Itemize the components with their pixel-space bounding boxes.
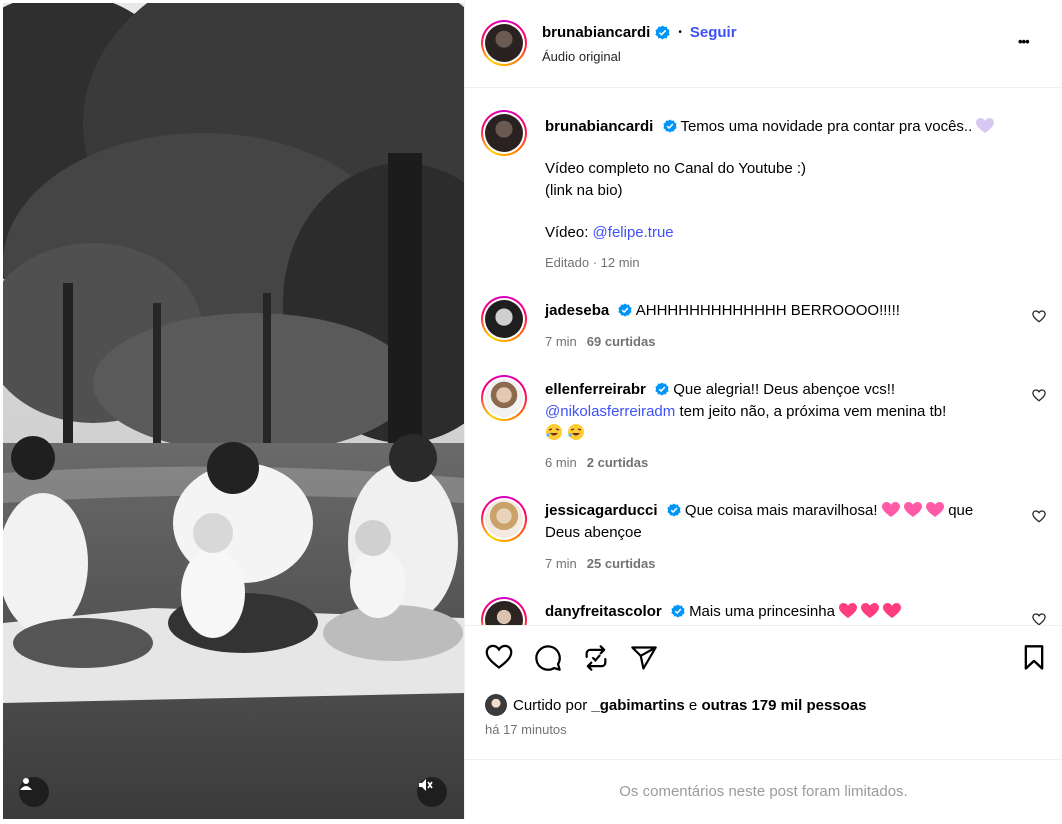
instagram-post-modal: brunabiancardi • Seguir Áudio original •… [0, 0, 1062, 819]
pink-heart-icon [881, 502, 900, 517]
comment-time: 6 min [545, 455, 577, 470]
likes-count[interactable]: outras 179 mil pessoas [701, 697, 866, 714]
comment-username[interactable]: jadeseba [545, 302, 609, 319]
post-header: brunabiancardi • Seguir Áudio original •… [465, 0, 1062, 88]
user-tag-button[interactable] [19, 777, 49, 807]
caption-text-line2: Vídeo completo no Canal do Youtube :) [545, 160, 807, 177]
user-tag-icon [20, 778, 32, 790]
comment-icon[interactable] [534, 644, 562, 672]
heart-icon[interactable] [1032, 389, 1046, 402]
verified-icon [667, 503, 681, 517]
verified-icon [655, 25, 670, 40]
post-timestamp[interactable]: há 17 minutos [485, 722, 567, 737]
share-icon[interactable] [630, 644, 658, 672]
sparkling-heart-icon [883, 603, 902, 618]
sparkling-heart-icon [839, 603, 858, 618]
comment-text: Mais uma princesinha [689, 603, 835, 620]
more-icon: ••• [1018, 34, 1030, 49]
rofl-emoji-icon [546, 424, 562, 440]
heart-icon[interactable] [1032, 510, 1046, 523]
comment-text-continued: tem jeito não, a próxima vem menina tb! [679, 403, 947, 420]
audio-label[interactable]: Áudio original [542, 49, 621, 64]
comment-text-continued: Deus abençoe [545, 524, 642, 541]
rofl-emoji-icon [568, 424, 585, 440]
comments-limited-notice: Os comentários neste post foram limitado… [465, 759, 1062, 819]
verified-icon [655, 382, 669, 396]
follow-button[interactable]: Seguir [690, 24, 737, 41]
author-username[interactable]: brunabiancardi [542, 24, 650, 41]
comment-text-after: que [948, 502, 974, 519]
comment-time: 7 min [545, 556, 577, 571]
heart-icon[interactable] [1032, 613, 1046, 625]
post-video[interactable] [3, 3, 464, 819]
likes-middle: e [688, 696, 698, 714]
comment-text: Que coisa mais maravilhosa! [684, 502, 878, 519]
comment-username[interactable]: danyfreitascolor [545, 603, 662, 620]
heart-icon[interactable] [485, 644, 513, 670]
pink-heart-icon [903, 502, 922, 517]
post-side-panel: brunabiancardi • Seguir Áudio original •… [464, 0, 1062, 819]
video-frame [3, 3, 464, 819]
verified-icon [671, 604, 685, 618]
likes-prefix: Curtido por [513, 696, 588, 714]
verified-icon [662, 119, 677, 133]
comment-item: jadeseba AHHHHHHHHHHHHH BERROOOO!!!!! 7 … [481, 296, 1046, 366]
comments-list[interactable]: brunabiancardi Temos uma novidade pra co… [465, 88, 1062, 625]
comment-username[interactable]: jessicagarducci [545, 502, 658, 519]
mute-icon [419, 779, 433, 791]
caption-username[interactable]: brunabiancardi [545, 118, 653, 135]
comment-username[interactable]: ellenferreirabr [545, 381, 646, 398]
comment-avatar[interactable] [481, 496, 527, 542]
verified-icon [618, 303, 632, 317]
likes-user[interactable]: _gabimartins [591, 697, 684, 714]
heart-icon[interactable] [1032, 310, 1046, 323]
caption-text-line3: (link na bio) [545, 182, 623, 199]
likes-summary[interactable]: Curtido por _gabimartins e outras 179 mi… [485, 694, 867, 716]
comment-item: danyfreitascolor Mais uma princesinha [481, 597, 1046, 625]
comment-avatar[interactable] [481, 597, 527, 625]
liker-avatar [485, 694, 507, 716]
comment-text: AHHHHHHHHHHHHH BERROOOO!!!!! [635, 302, 900, 319]
purple-heart-icon [976, 118, 995, 133]
caption-avatar[interactable] [481, 110, 527, 156]
sparkling-heart-icon [861, 603, 880, 618]
post-actions: Curtido por _gabimartins e outras 179 mi… [465, 625, 1062, 759]
caption-text-line1: Temos uma novidade pra contar pra vocês.… [680, 118, 973, 135]
caption-mention[interactable]: @felipe.true [593, 224, 674, 241]
comment-avatar[interactable] [481, 296, 527, 342]
caption-meta: Editado · 12 min [545, 255, 640, 270]
comment-likes[interactable]: 69 curtidas [587, 334, 656, 349]
author-avatar[interactable] [481, 20, 527, 66]
comment-likes[interactable]: 2 curtidas [587, 455, 648, 470]
separator-dot: • [678, 27, 682, 38]
pink-heart-icon [926, 502, 945, 517]
comment-likes[interactable]: 25 curtidas [587, 556, 656, 571]
mute-button[interactable] [417, 777, 447, 807]
comment-mention[interactable]: @nikolasferreiradm [545, 403, 675, 420]
comment-text: Que alegria!! Deus abençoe vcs!! [673, 381, 896, 398]
comment-avatar[interactable] [481, 375, 527, 421]
comment-time: 7 min [545, 334, 577, 349]
bookmark-icon[interactable] [1022, 644, 1046, 672]
repost-icon[interactable] [582, 644, 610, 672]
caption-video-label: Vídeo: [545, 224, 589, 241]
caption: brunabiancardi Temos uma novidade pra co… [481, 110, 1046, 280]
comment-item: ellenferreirabr Que alegria!! Deus abenç… [481, 375, 1046, 470]
more-options-button[interactable]: ••• [1018, 34, 1030, 49]
comment-item: jessicagarducci Que coisa mais maravilho… [481, 496, 1046, 576]
